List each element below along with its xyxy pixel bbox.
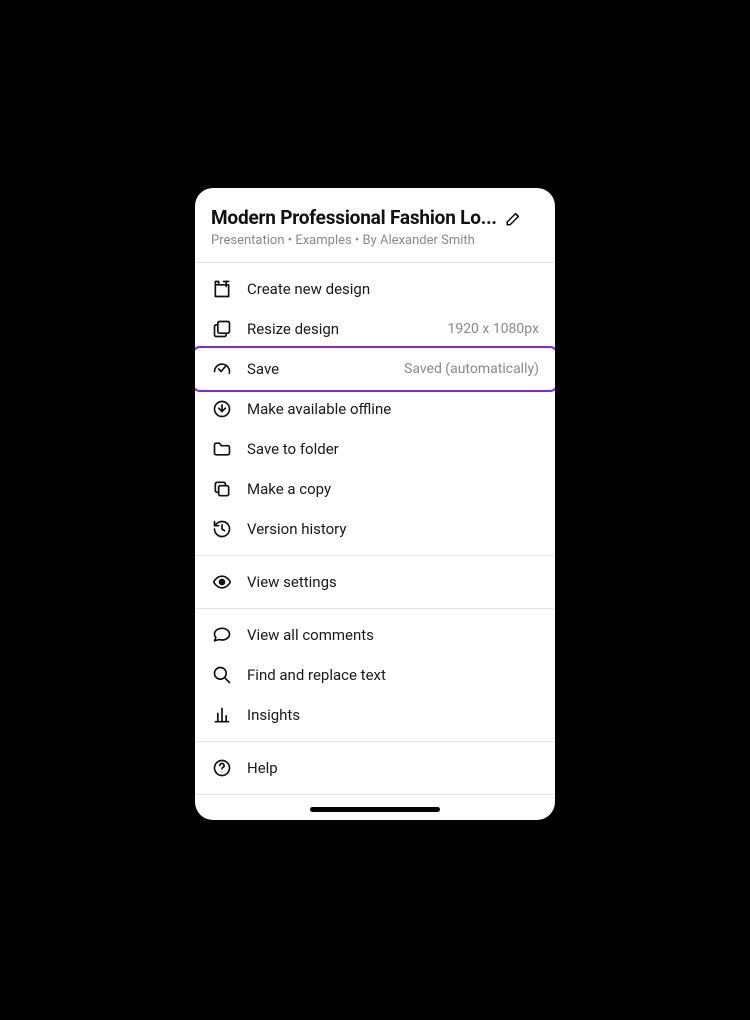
menu-item-label: Insights xyxy=(247,706,539,724)
menu-item-label: Save to folder xyxy=(247,440,539,458)
menu-item-meta: 1920 x 1080px xyxy=(447,321,539,337)
menu-item-label: Make a copy xyxy=(247,480,539,498)
menu-item-resize-design[interactable]: Resize design 1920 x 1080px xyxy=(195,309,555,349)
menu-item-version-history[interactable]: Version history xyxy=(195,509,555,549)
insights-icon xyxy=(211,704,233,726)
menu-section-file: Create new design Resize design 1920 x 1… xyxy=(195,263,555,556)
copy-icon xyxy=(211,478,233,500)
menu-item-find-and-replace[interactable]: Find and replace text xyxy=(195,655,555,695)
menu-section-tools: View all comments Find and replace text … xyxy=(195,609,555,742)
menu-item-save[interactable]: Save Saved (automatically) xyxy=(195,349,555,389)
menu-item-label: Resize design xyxy=(247,320,433,338)
create-icon xyxy=(211,278,233,300)
menu-section-view: View settings xyxy=(195,556,555,609)
menu-item-label: Version history xyxy=(247,520,539,538)
menu-item-view-all-comments[interactable]: View all comments xyxy=(195,615,555,655)
menu-item-make-available-offline[interactable]: Make available offline xyxy=(195,389,555,429)
menu-item-insights[interactable]: Insights xyxy=(195,695,555,735)
search-icon xyxy=(211,664,233,686)
offline-icon xyxy=(211,398,233,420)
edit-title-button[interactable] xyxy=(503,207,525,229)
menu-section-help: Help xyxy=(195,742,555,795)
help-icon xyxy=(211,757,233,779)
eye-icon xyxy=(211,571,233,593)
menu-item-label: View settings xyxy=(247,573,539,591)
menu-item-label: Create new design xyxy=(247,280,539,298)
sheet-header: Modern Professional Fashion Lo... Presen… xyxy=(195,188,555,263)
menu-item-help[interactable]: Help xyxy=(195,748,555,788)
menu-item-label: Save xyxy=(247,360,390,378)
options-sheet: Modern Professional Fashion Lo... Presen… xyxy=(195,188,555,820)
resize-icon xyxy=(211,318,233,340)
pencil-icon xyxy=(505,209,523,227)
menu-item-make-a-copy[interactable]: Make a copy xyxy=(195,469,555,509)
design-subtitle: Presentation • Examples • By Alexander S… xyxy=(211,233,539,248)
menu-item-view-settings[interactable]: View settings xyxy=(195,562,555,602)
folder-icon xyxy=(211,438,233,460)
home-indicator[interactable] xyxy=(310,807,440,812)
comment-icon xyxy=(211,624,233,646)
history-icon xyxy=(211,518,233,540)
design-title: Modern Professional Fashion Lo... xyxy=(211,206,497,229)
menu-item-label: View all comments xyxy=(247,626,539,644)
menu-item-create-new-design[interactable]: Create new design xyxy=(195,269,555,309)
save-icon xyxy=(211,358,233,380)
menu-item-label: Make available offline xyxy=(247,400,539,418)
menu-item-save-to-folder[interactable]: Save to folder xyxy=(195,429,555,469)
menu-item-label: Help xyxy=(247,759,539,777)
menu-item-meta: Saved (automatically) xyxy=(404,361,539,377)
menu-item-label: Find and replace text xyxy=(247,666,539,684)
